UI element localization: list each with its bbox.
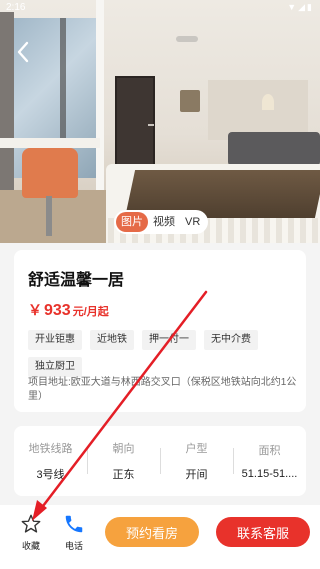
phone-icon <box>65 515 83 533</box>
favorite-label: 收藏 <box>21 541 40 551</box>
back-arrow-icon <box>17 41 29 63</box>
feature-tag: 押一付一 <box>142 330 196 350</box>
spec-value: 正东 <box>112 469 135 481</box>
book-viewing-button[interactable]: 预约看房 <box>105 517 199 547</box>
spec-label: 地铁线路 <box>28 443 73 455</box>
price-unit: 元/月起 <box>72 306 109 318</box>
spec-label: 户型 <box>185 443 208 455</box>
spec-layout: 户型 开间 <box>160 426 233 496</box>
status-time: 2:16 <box>6 2 26 13</box>
wifi-icon: ▼ <box>287 2 299 12</box>
signal-icon: ◢ <box>298 2 308 12</box>
bottom-action-bar: 收藏 电话 预约看房 联系客服 <box>0 505 320 569</box>
feature-tag: 近地铁 <box>90 330 134 350</box>
phone-label: 电话 <box>64 541 83 551</box>
back-button[interactable] <box>10 38 36 66</box>
feature-tags: 开业钜惠 近地铁 押一付一 无中介费 独立厨卫 <box>28 330 298 377</box>
spec-metro: 地铁线路 3号线 <box>14 426 87 496</box>
feature-tag: 独立厨卫 <box>28 357 82 377</box>
feature-tag: 开业钜惠 <box>28 330 82 350</box>
contact-service-button[interactable]: 联系客服 <box>216 517 310 547</box>
listing-info-card: 舒适温馨一居 ￥ 933 元/月起 开业钜惠 近地铁 押一付一 无中介费 独立厨卫 … <box>14 250 306 412</box>
media-tabs: 图片 视频 VR <box>114 210 208 234</box>
listing-price: ￥ 933 元/月起 <box>28 300 109 320</box>
spec-area: 面积 51.15-51.... <box>233 426 306 496</box>
tab-photos[interactable]: 图片 <box>116 212 148 232</box>
battery-icon: ▮ <box>307 2 314 12</box>
hero-photo[interactable] <box>0 0 320 243</box>
project-address: 项目地址:欧亚大道与林西路交叉口（保税区地铁站向北约1公里） <box>28 377 297 402</box>
tab-video[interactable]: 视频 <box>148 212 180 232</box>
star-icon <box>21 514 41 533</box>
price-symbol: ￥ <box>28 302 42 318</box>
status-icons: ▼◢▮ <box>287 2 314 13</box>
spec-value: 开间 <box>185 469 208 481</box>
phone-button[interactable]: 电话 <box>54 513 94 557</box>
spec-value: 3号线 <box>36 469 65 481</box>
spec-orientation: 朝向 正东 <box>87 426 160 496</box>
listing-title: 舒适温馨一居 <box>28 272 125 289</box>
spec-label: 朝向 <box>112 443 135 455</box>
price-amount: 933 <box>44 302 71 319</box>
tab-vr[interactable]: VR <box>180 212 205 232</box>
feature-tag: 无中介费 <box>204 330 258 350</box>
spec-value: 51.15-51.... <box>241 468 298 480</box>
favorite-button[interactable]: 收藏 <box>11 513 51 557</box>
spec-label: 面积 <box>258 445 281 457</box>
specs-card: 地铁线路 3号线 朝向 正东 户型 开间 面积 51.15-51.... <box>14 426 306 496</box>
